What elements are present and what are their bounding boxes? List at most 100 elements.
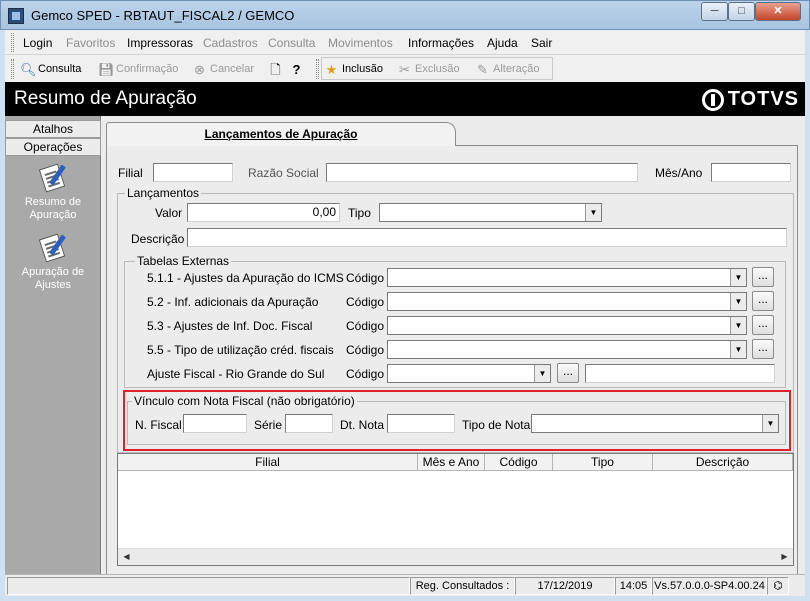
close-button[interactable]: ✕ (755, 2, 801, 21)
menu-grip[interactable] (11, 33, 14, 52)
tabela-511-select[interactable]: ▼ (387, 268, 747, 287)
save-icon: 💾︎ (98, 61, 115, 77)
sidebar-tab-atalhos[interactable]: Atalhos (5, 120, 101, 138)
menu-movimentos[interactable]: Movimentos (328, 36, 393, 50)
toolbar-grip[interactable] (11, 59, 14, 79)
codigo-label: Código (346, 343, 385, 357)
toolbar-grip-2[interactable] (316, 59, 319, 79)
tabela-511-label: 5.1.1 - Ajustes da Apuração do ICMS (147, 271, 344, 285)
scroll-right-icon[interactable]: ▶ (776, 549, 793, 565)
maximize-button[interactable]: □ (728, 2, 755, 21)
descricao-input[interactable] (187, 228, 787, 247)
totvs-logo-icon (701, 88, 724, 111)
cancelar-button[interactable]: ⊗ Cancelar (192, 60, 254, 78)
dt-nota-input[interactable] (387, 414, 455, 433)
valor-input[interactable]: 0,00 (187, 203, 340, 222)
serie-input[interactable] (285, 414, 333, 433)
menu-consulta[interactable]: Consulta (268, 36, 315, 50)
chevron-down-icon[interactable]: ▼ (534, 365, 550, 382)
menu-login[interactable]: Login (23, 36, 52, 50)
tipo-select[interactable]: ▼ (379, 203, 602, 222)
tabela-55-lookup-button[interactable]: ... (752, 339, 774, 359)
sidebar-item-label: Ajustes (34, 279, 72, 291)
document-pen-icon (36, 163, 70, 193)
serie-label: Série (254, 418, 283, 432)
exclusao-button[interactable]: ✂ Exclusão (397, 60, 460, 78)
lancamentos-grid[interactable]: Filial Mês e Ano Código Tipo Descrição ◀… (117, 453, 794, 566)
grid-col-tipo[interactable]: Tipo (553, 454, 653, 471)
exclusao-label: Exclusão (415, 63, 460, 75)
status-bar: Reg. Consultados : 17/12/2019 14:05 Vs.5… (5, 574, 805, 596)
grid-col-mes-ano[interactable]: Mês e Ano (418, 454, 485, 471)
valor-label: Valor (155, 206, 183, 220)
menu-cadastros[interactable]: Cadastros (203, 36, 258, 50)
codigo-label: Código (346, 295, 385, 309)
inclusao-button[interactable]: ★ Inclusão (324, 60, 383, 78)
mes-ano-input[interactable] (711, 163, 791, 182)
chevron-down-icon[interactable]: ▼ (585, 204, 601, 221)
nfiscal-input[interactable] (183, 414, 247, 433)
screen-header: Resumo de Apuração TOTVS (5, 82, 805, 116)
document-icon: 🗋︎ (270, 61, 281, 77)
scroll-left-icon[interactable]: ◀ (118, 549, 135, 565)
dt-nota-label: Dt. Nota (340, 418, 385, 432)
tabela-55-select[interactable]: ▼ (387, 340, 747, 359)
confirmacao-label: Confirmação (116, 63, 179, 75)
consulta-button[interactable]: 🔍︎ Consulta (20, 60, 81, 78)
delete-icon: ✂ (399, 61, 410, 77)
chevron-down-icon[interactable]: ▼ (730, 293, 746, 310)
status-version: Vs.57.0.0.0-SP4.00.24 (652, 577, 767, 595)
menu-ajuda[interactable]: Ajuda (487, 36, 518, 50)
chevron-down-icon[interactable]: ▼ (730, 269, 746, 286)
magnifier-icon: 🔍︎ (20, 61, 37, 77)
tipo-nota-label: Tipo de Nota (462, 418, 531, 432)
screen-title: Resumo de Apuração (14, 88, 197, 109)
menu-informacoes[interactable]: Informações (408, 36, 474, 50)
tabela-511-lookup-button[interactable]: ... (752, 267, 774, 287)
lancamentos-group-label: Lançamentos (125, 186, 202, 200)
codigo-label: Código (346, 367, 385, 381)
tabela-52-select[interactable]: ▼ (387, 292, 747, 311)
razao-social-input[interactable] (326, 163, 638, 182)
ajuste-fiscal-select[interactable]: ▼ (387, 364, 551, 383)
confirmacao-button[interactable]: 💾︎ Confirmação (98, 60, 178, 78)
folder-add-icon: ★ (325, 61, 338, 77)
tabela-53-select[interactable]: ▼ (387, 316, 747, 335)
minimize-button[interactable]: ─ (701, 2, 728, 21)
grid-col-filial[interactable]: Filial (118, 454, 418, 471)
ajuste-fiscal-lookup-button[interactable]: ... (557, 363, 579, 383)
tipo-nota-select[interactable]: ▼ (531, 414, 779, 433)
tabelas-externas-label: Tabelas Externas (135, 254, 232, 268)
help-button[interactable]: ? (289, 60, 304, 78)
sidebar-item-apuracao-ajustes[interactable]: Apuração de Ajustes (5, 233, 101, 292)
totvs-logo: TOTVS (701, 88, 799, 111)
grid-col-codigo[interactable]: Código (485, 454, 553, 471)
grid-horizontal-scrollbar[interactable]: ◀ ▶ (118, 548, 793, 565)
sidebar-tab-operacoes[interactable]: Operações (5, 138, 101, 156)
tab-lancamentos-apuracao[interactable]: Lançamentos de Apuração (106, 122, 456, 146)
chevron-down-icon[interactable]: ▼ (762, 415, 778, 432)
sidebar-item-label: Apuração (29, 209, 77, 221)
chevron-down-icon[interactable]: ▼ (730, 341, 746, 358)
totvs-logo-text: TOTVS (727, 88, 799, 110)
inclusao-label: Inclusão (342, 63, 383, 75)
window-titlebar: Gemco SPED - RBTAUT_FISCAL2 / GEMCO ─ □ … (0, 0, 810, 30)
tabela-52-lookup-button[interactable]: ... (752, 291, 774, 311)
status-time: 14:05 (615, 577, 652, 595)
grid-col-descricao[interactable]: Descrição (653, 454, 793, 471)
new-document-button[interactable]: 🗋︎ (268, 60, 283, 78)
menu-favoritos[interactable]: Favoritos (66, 36, 115, 50)
tipo-label: Tipo (348, 206, 371, 220)
sidebar-item-resumo-apuracao[interactable]: Resumo de Apuração (5, 163, 101, 222)
ajuste-fiscal-descricao[interactable] (585, 364, 775, 383)
menu-sair[interactable]: Sair (531, 36, 552, 50)
alteracao-button[interactable]: ✎ Alteração (475, 60, 539, 78)
chevron-down-icon[interactable]: ▼ (730, 317, 746, 334)
menu-impressoras[interactable]: Impressoras (127, 36, 193, 50)
filial-input[interactable] (153, 163, 233, 182)
nfiscal-label: N. Fiscal (135, 418, 182, 432)
help-icon: ? (292, 61, 301, 77)
status-reg-consultados: Reg. Consultados : (410, 577, 515, 595)
tabela-53-lookup-button[interactable]: ... (752, 315, 774, 335)
sidebar-item-label: Apuração de (21, 266, 85, 278)
